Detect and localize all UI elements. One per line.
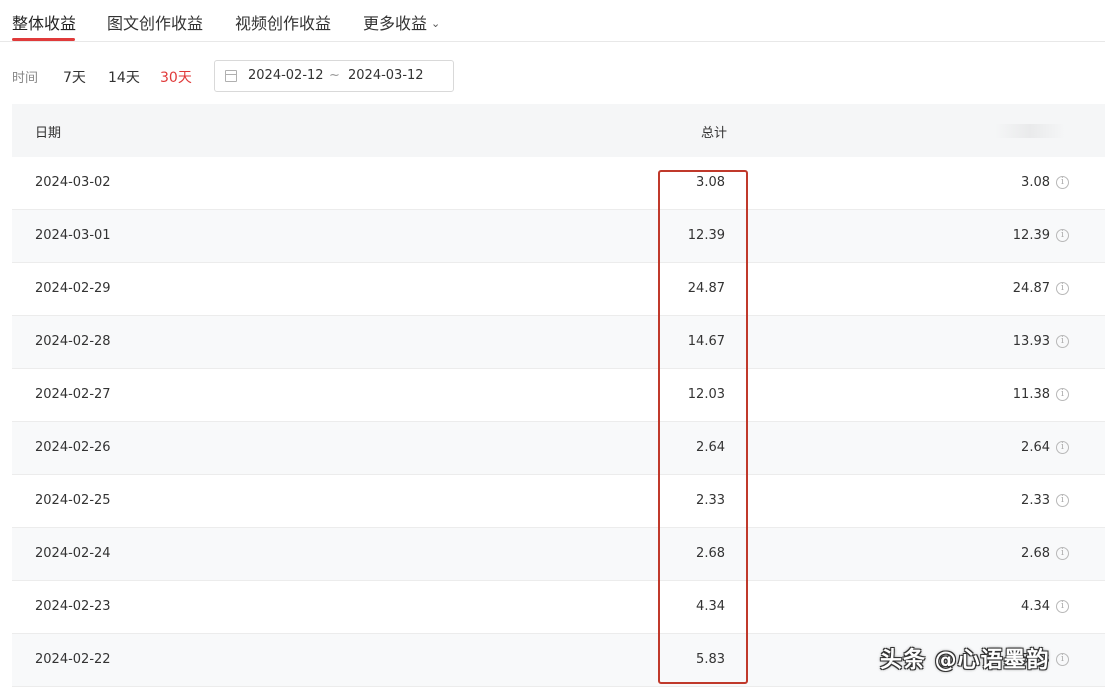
row-date: 2024-02-24 [35,546,111,561]
row-date: 2024-02-29 [35,281,111,296]
table-body: 2024-03-02 3.08 3.08 i 2024-03-01 12.39 12.39 i… [12,157,1105,687]
tab-overall-revenue[interactable]: 整体收益 [12,10,76,34]
start-date[interactable]: 2024-02-12 [248,68,324,83]
calendar-icon [225,70,237,82]
row-other-value: 12.39 [1012,228,1050,243]
range-14-days[interactable]: 14天 [108,67,140,87]
info-icon[interactable]: i [1056,653,1069,666]
chevron-down-icon: ⌄ [431,17,441,30]
row-total: 12.03 [687,387,725,402]
table-row: 2024-02-25 2.33 2.33 i [12,475,1105,528]
row-other-value: 11.38 [1012,387,1050,402]
time-filter-label: 时间 [12,71,39,86]
table-row: 2024-02-28 14.67 13.93 i [12,316,1105,369]
row-date: 2024-03-02 [35,175,111,190]
table-row: 2024-02-29 24.87 24.87 i [12,263,1105,316]
info-icon[interactable]: i [1056,388,1069,401]
row-total: 4.34 [696,599,725,614]
info-icon[interactable]: i [1056,335,1069,348]
table-row: 2024-02-24 2.68 2.68 i [12,528,1105,581]
table-header: 日期 总计 [12,104,1105,157]
active-tab-indicator [12,38,75,41]
column-header-blurred [995,124,1065,138]
row-date: 2024-02-22 [35,652,111,667]
row-date: 2024-02-28 [35,334,111,349]
range-30-days[interactable]: 30天 [160,67,192,87]
row-other-value: 13.93 [1012,334,1050,349]
row-total: 12.39 [687,228,725,243]
row-date: 2024-02-26 [35,440,111,455]
row-date: 2024-03-01 [35,228,111,243]
table-row: 2024-02-27 12.03 11.38 i [12,369,1105,422]
revenue-tabs: 整体收益 图文创作收益 视频创作收益 更多收益 ⌄ [0,0,1105,42]
watermark: 头条 @心语墨韵 [880,648,1050,673]
row-other-value: 2.64 [1021,440,1050,455]
column-header-total: 总计 [700,126,727,141]
row-date: 2024-02-23 [35,599,111,614]
row-other-value: 4.34 [1021,599,1050,614]
info-icon[interactable]: i [1056,229,1069,242]
row-date: 2024-02-25 [35,493,111,508]
row-total: 5.83 [696,652,725,667]
end-date[interactable]: 2024-03-12 [348,68,424,83]
row-total: 14.67 [687,334,725,349]
info-icon[interactable]: i [1056,547,1069,560]
row-total: 2.68 [696,546,725,561]
info-icon[interactable]: i [1056,600,1069,613]
tab-article-revenue[interactable]: 图文创作收益 [107,10,203,34]
table-row: 2024-03-02 3.08 3.08 i [12,157,1105,210]
date-range-picker[interactable]: 2024-02-12 ~ 2024-03-12 [214,60,454,92]
tab-more-revenue[interactable]: 更多收益 ⌄ [363,10,440,34]
table-row: 2024-02-23 4.34 4.34 i [12,581,1105,634]
tab-more-revenue-label: 更多收益 [363,14,428,33]
row-other-value: 2.33 [1021,493,1050,508]
info-icon[interactable]: i [1056,282,1069,295]
row-total: 2.33 [696,493,725,508]
info-icon[interactable]: i [1056,441,1069,454]
tab-video-revenue[interactable]: 视频创作收益 [235,10,331,34]
row-other-value: 3.08 [1021,175,1050,190]
row-total: 2.64 [696,440,725,455]
row-total: 24.87 [687,281,725,296]
revenue-table: 日期 总计 2024-03-02 3.08 3.08 i 2024-03-01 12.39… [12,104,1105,687]
table-row: 2024-02-26 2.64 2.64 i [12,422,1105,475]
row-total: 3.08 [696,175,725,190]
range-7-days[interactable]: 7天 [63,67,86,87]
table-row: 2024-03-01 12.39 12.39 i [12,210,1105,263]
info-icon[interactable]: i [1056,176,1069,189]
column-header-date: 日期 [35,126,62,141]
row-date: 2024-02-27 [35,387,111,402]
date-separator: ~ [329,68,340,83]
info-icon[interactable]: i [1056,494,1069,507]
row-other-value: 24.87 [1012,281,1050,296]
row-other-value: 2.68 [1021,546,1050,561]
